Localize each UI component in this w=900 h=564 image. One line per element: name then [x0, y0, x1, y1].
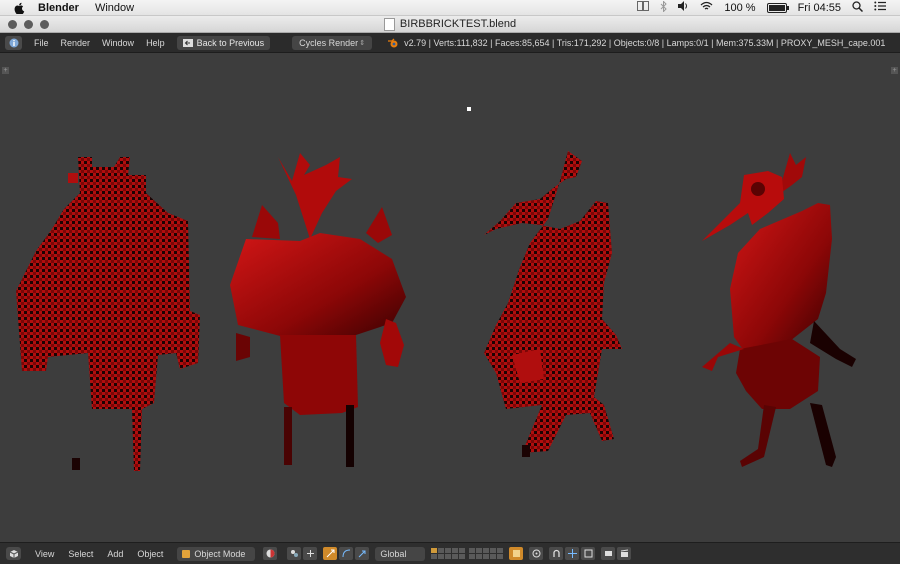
bluetooth-icon[interactable] — [660, 0, 668, 15]
layer-button[interactable] — [445, 548, 452, 553]
layer-button[interactable] — [431, 548, 438, 553]
window-title-bar: BIRBBRICKTEST.blend — [0, 16, 900, 33]
notification-center-icon[interactable] — [874, 1, 886, 14]
menu-window[interactable]: Window — [102, 38, 134, 48]
menu-view[interactable]: View — [35, 549, 54, 559]
menu-render[interactable]: Render — [61, 38, 91, 48]
translate-manipulator-button[interactable] — [323, 547, 338, 560]
lowpoly-horned-figure[interactable] — [230, 153, 406, 467]
render-engine-value: Cycles Render — [299, 37, 359, 48]
layer-button[interactable] — [476, 554, 483, 559]
translate-arrow-icon — [326, 549, 335, 558]
viewport-render — [16, 151, 856, 471]
wifi-icon[interactable] — [700, 1, 713, 14]
layer-button[interactable] — [483, 548, 490, 553]
snap-options-button[interactable] — [581, 547, 596, 560]
clock[interactable]: Fri 04:55 — [798, 2, 841, 14]
viewport-shading-button[interactable] — [263, 547, 278, 560]
clapper-icon — [620, 549, 628, 557]
snap-magnet-icon — [553, 549, 560, 557]
3d-view-header: View Select Add Object Object Mode Globa… — [0, 542, 900, 564]
manipulator-icon — [306, 550, 314, 557]
menu-object[interactable]: Object — [137, 549, 163, 559]
transform-orientation-select[interactable]: Global — [375, 546, 426, 561]
blender-logo-icon — [388, 38, 398, 48]
scene-layers-grid-2[interactable] — [469, 548, 504, 559]
battery-percent: 100 % — [724, 1, 756, 14]
scene-lock-icon — [512, 550, 520, 557]
macos-menu-bar: Blender Window 100 % Fri 04:55 — [0, 0, 900, 16]
3d-viewport[interactable]: + + — [0, 53, 900, 542]
layer-button[interactable] — [438, 554, 445, 559]
layer-button[interactable] — [483, 554, 490, 559]
select-arrows-icon: ⇕ — [359, 39, 366, 47]
spotlight-search-icon[interactable] — [852, 0, 864, 15]
menu-help[interactable]: Help — [146, 38, 165, 48]
pivot-icon — [290, 550, 298, 557]
snap-grid-icon — [584, 549, 593, 558]
proportional-editing-button[interactable] — [529, 547, 544, 560]
back-to-previous-button[interactable]: Back to Previous — [176, 35, 271, 50]
info-header: File Render Window Help Back to Previous… — [0, 33, 900, 53]
snap-target-icon — [567, 549, 577, 558]
layer-button[interactable] — [497, 554, 504, 559]
snap-target-button[interactable] — [565, 547, 580, 560]
layer-button[interactable] — [452, 554, 459, 559]
snap-element-button[interactable] — [549, 547, 564, 560]
document-icon — [383, 17, 395, 31]
layer-button[interactable] — [469, 554, 476, 559]
layer-button[interactable] — [431, 554, 438, 559]
app-name-menu[interactable]: Blender — [38, 2, 79, 14]
rotate-manipulator-button[interactable] — [339, 547, 354, 560]
manipulator-toggle-button[interactable] — [303, 547, 318, 560]
layer-button[interactable] — [445, 554, 452, 559]
3d-view-editor-type-icon[interactable] — [6, 547, 21, 560]
menu-file[interactable]: File — [34, 38, 49, 48]
camera-icon — [604, 551, 612, 556]
interaction-mode-value: Object Mode — [194, 548, 246, 559]
apple-icon[interactable] — [14, 2, 26, 14]
layer-button[interactable] — [459, 554, 466, 559]
lock-camera-to-scene-button[interactable] — [509, 547, 524, 560]
info-editor-type-icon[interactable] — [5, 35, 22, 50]
battery-icon[interactable] — [766, 2, 789, 13]
menu-window[interactable]: Window — [95, 2, 134, 14]
shading-sphere-icon — [266, 549, 275, 558]
voxel-horned-figure[interactable] — [16, 157, 200, 471]
back-to-previous-label: Back to Previous — [196, 37, 265, 48]
opengl-render-animation-button[interactable] — [617, 547, 632, 560]
layer-button[interactable] — [490, 548, 497, 553]
voxel-bird-figure[interactable] — [484, 151, 622, 457]
rotate-arc-icon — [342, 549, 350, 558]
layer-button[interactable] — [490, 554, 497, 559]
layer-button[interactable] — [438, 548, 445, 553]
proportional-circle-icon — [532, 549, 541, 558]
render-engine-select[interactable]: Cycles Render ⇕ — [292, 35, 373, 50]
layer-button[interactable] — [476, 548, 483, 553]
lowpoly-bird-figure[interactable] — [702, 153, 856, 467]
interaction-mode-select[interactable]: Object Mode — [177, 546, 256, 561]
transform-orientation-value: Global — [380, 548, 407, 559]
volume-icon[interactable] — [678, 1, 689, 14]
menu-select[interactable]: Select — [68, 549, 93, 559]
layer-button[interactable] — [469, 548, 476, 553]
pivot-point-button[interactable] — [287, 547, 302, 560]
layer-button[interactable] — [452, 548, 459, 553]
window-title-text: BIRBBRICKTEST.blend — [399, 18, 517, 30]
object-mode-cube-icon — [182, 549, 191, 558]
scale-manipulator-button[interactable] — [355, 547, 370, 560]
scene-statistics: v2.79 | Verts:111,832 | Faces:85,654 | T… — [404, 37, 886, 48]
display-icon[interactable] — [637, 1, 650, 14]
scale-arrow-icon — [358, 550, 366, 558]
window-title: BIRBBRICKTEST.blend — [0, 17, 900, 31]
layer-button[interactable] — [459, 548, 466, 553]
back-arrow-icon — [182, 38, 193, 47]
layer-button[interactable] — [497, 548, 504, 553]
opengl-render-image-button[interactable] — [601, 547, 616, 560]
scene-layers-grid-1[interactable] — [431, 548, 466, 559]
menu-add[interactable]: Add — [107, 549, 123, 559]
